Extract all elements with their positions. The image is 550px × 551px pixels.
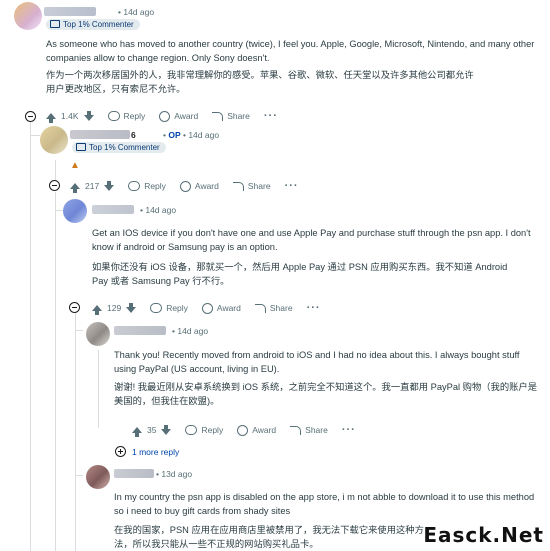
avatar[interactable] [40,126,68,154]
downvote-icon[interactable] [83,111,94,121]
downvote-icon[interactable] [104,181,115,191]
comment-actions: 129 Reply Award Share ··· [92,302,321,315]
share-icon [232,181,244,191]
award-icon [237,424,249,436]
user-flair: Top 1% Commenter [72,142,166,153]
collapse-thread-button[interactable] [69,302,80,313]
op-badge: OP [168,130,181,140]
comment-actions: 35 Reply Award Share ··· [132,424,356,437]
comment-actions: 1.4K Reply Award Share ··· [46,110,278,123]
vote-count: 217 [85,181,100,191]
share-button[interactable]: Share [254,303,293,313]
comment-icon [150,303,163,313]
comment-actions: 217 Reply Award Share ··· [70,180,299,193]
vote-count: 35 [147,425,157,435]
user-flair: Top 1% Commenter [46,19,140,30]
comment-time: • 13d ago [156,469,193,479]
share-button[interactable]: Share [232,181,271,191]
reply-button[interactable]: Reply [107,111,145,121]
more-options-icon[interactable]: ··· [264,110,278,122]
avatar[interactable] [86,322,110,346]
more-replies-link[interactable]: 1 more reply [132,447,179,457]
comment-time: • 14d ago [118,7,155,17]
comment-body-en: In my country the psn app is disabled on… [114,492,535,516]
award-button[interactable]: Award [237,424,276,436]
collapse-thread-button[interactable] [25,111,36,122]
reply-button[interactable]: Reply [185,425,223,435]
author-name[interactable] [70,130,130,139]
comment-body-zh: 如果你还没有 iOS 设备，那就买一个，然后用 Apple Pay 通过 PSN… [92,262,508,286]
emoji-icon: ▲ [70,160,80,171]
share-button[interactable]: Share [212,111,250,121]
downvote-icon[interactable] [126,303,137,313]
comment-icon [128,181,141,191]
comment-body-zh: 在我的国家，PSN 应用在应用商店里被禁用了，我无法下载它来使用这种方法，所以我… [114,525,424,549]
avatar[interactable] [63,199,87,223]
share-button[interactable]: Share [290,425,328,435]
downvote-icon[interactable] [161,425,172,435]
more-options-icon[interactable]: ··· [285,180,299,192]
comment-time: • 14d ago [140,205,177,215]
author-name[interactable] [92,205,134,214]
author-name[interactable] [114,326,166,335]
comment-body-zh: 谢谢! 我最近刚从安卓系统换到 iOS 系统，之前完全不知道这个。我一直都用 P… [114,382,538,406]
award-button[interactable]: Award [159,110,198,122]
upvote-icon[interactable] [92,305,102,315]
author-name[interactable] [44,7,96,16]
share-icon [212,111,224,121]
flair-icon [76,142,86,151]
upvote-icon[interactable] [46,113,56,123]
comment-body-zh: 作为一个两次移居国外的人，我非常理解你的感受。苹果、谷歌、微软、任天堂以及许多其… [46,70,474,94]
avatar[interactable] [14,2,42,30]
comment-meta: • OP • 14d ago [163,130,220,140]
comment-icon [107,111,120,121]
award-button[interactable]: Award [179,180,219,192]
collapse-thread-button[interactable] [49,180,60,191]
share-icon [290,425,302,435]
vote-count: 129 [107,303,122,313]
author-suffix: 6 [131,130,136,140]
comment-time: • 14d ago [172,326,209,336]
award-icon [179,180,191,192]
flair-icon [50,19,60,28]
award-button[interactable]: Award [201,302,241,314]
expand-replies-button[interactable] [115,446,126,457]
vote-count: 1.4K [61,111,79,121]
upvote-icon[interactable] [70,183,80,193]
author-name[interactable] [114,469,154,478]
comment-body-en: Thank you! Recently moved from android t… [114,350,520,374]
reply-button[interactable]: Reply [128,181,166,191]
reply-button[interactable]: Reply [150,303,188,313]
avatar[interactable] [86,465,110,489]
share-icon [254,303,266,313]
more-options-icon[interactable]: ··· [307,302,321,314]
comment-icon [185,425,198,435]
award-icon [201,302,213,314]
comment-body-en: Get an IOS device if you don't have one … [92,228,531,252]
upvote-icon[interactable] [132,427,142,437]
watermark: Easck.Net [423,523,544,547]
more-options-icon[interactable]: ··· [342,424,356,436]
comment-body-en: As someone who has moved to another coun… [46,39,535,63]
award-icon [159,110,171,122]
